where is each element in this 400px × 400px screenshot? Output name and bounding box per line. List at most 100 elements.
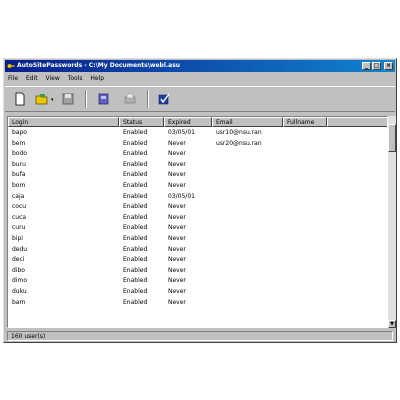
cell-status: Enabled — [123, 139, 148, 147]
save-icon[interactable] — [61, 92, 75, 106]
table-row[interactable]: bem Enabled Never usr20@nsu.ran — [8, 139, 387, 150]
user-list[interactable]: Login Status Expired Email Fullname bapo… — [7, 116, 388, 328]
cell-login: duku — [12, 287, 27, 295]
minimize-button[interactable]: _ — [362, 62, 371, 70]
cell-status: Enabled — [123, 245, 148, 253]
cell-expired: Never — [168, 245, 186, 253]
menu-help[interactable]: Help — [87, 73, 107, 84]
column-login[interactable]: Login — [8, 117, 119, 127]
cell-login: dibo — [12, 266, 25, 274]
cell-login: curu — [12, 224, 26, 232]
cell-expired: Never — [168, 256, 186, 264]
table-row[interactable]: caja Enabled 03/05/01 — [8, 192, 387, 203]
menu-edit[interactable]: Edit — [23, 73, 41, 84]
cell-login: cuca — [12, 213, 27, 221]
table-row[interactable]: dibo Enabled Never — [8, 266, 387, 277]
table-row[interactable]: cuca Enabled Never — [8, 213, 387, 224]
toolbar-separator — [85, 90, 87, 108]
cell-login: bodo — [12, 150, 27, 158]
cell-status: Enabled — [123, 287, 148, 295]
table-row[interactable]: bam Enabled Never — [8, 298, 387, 309]
cell-expired: Never — [168, 298, 186, 306]
cell-login: dimo — [12, 277, 27, 285]
cell-expired: Never — [168, 139, 186, 147]
cell-login: bipi — [12, 234, 23, 242]
cell-expired: 03/05/01 — [168, 129, 195, 136]
column-email[interactable]: Email — [212, 117, 283, 127]
column-fullname[interactable]: Fullname — [283, 117, 327, 127]
table-row[interactable]: cocu Enabled Never — [8, 202, 387, 213]
cell-status: Enabled — [123, 234, 148, 242]
cell-login: caja — [12, 192, 25, 200]
scrollbar-thumb[interactable] — [388, 124, 396, 152]
cell-expired: Never — [168, 203, 186, 211]
status-text: 160 user(s) — [7, 331, 393, 341]
print-icon[interactable] — [123, 92, 137, 106]
cell-login: bufa — [12, 171, 26, 179]
app-window: AutoSitePasswords - C:\My Documents\webl… — [3, 58, 397, 343]
table-row[interactable]: bodo Enabled Never — [8, 149, 387, 160]
cell-login: cocu — [12, 203, 27, 211]
cell-status: Enabled — [123, 192, 148, 200]
cell-status: Enabled — [123, 256, 148, 264]
open-folder-icon[interactable] — [35, 92, 49, 106]
cell-status: Enabled — [123, 181, 148, 189]
cell-status: Enabled — [123, 266, 148, 274]
table-row[interactable]: curu Enabled Never — [8, 223, 387, 234]
cell-status: Enabled — [123, 277, 148, 285]
cell-status: Enabled — [123, 298, 148, 306]
table-row[interactable]: bapo Enabled 03/05/01 usr10@nsu.ran — [8, 128, 387, 139]
cell-login: bom — [12, 181, 26, 189]
cell-login: bem — [12, 139, 26, 147]
list-rows: bapo Enabled 03/05/01 usr10@nsu.ran bem Enabl… — [8, 128, 387, 309]
cell-status: Enabled — [123, 203, 148, 211]
cell-expired: Never — [168, 287, 186, 295]
cell-expired: Never — [168, 224, 186, 232]
cell-expired: Never — [168, 277, 186, 285]
toolbar: ▾ — [5, 86, 395, 112]
menu-tools[interactable]: Tools — [65, 73, 86, 84]
cell-status: Enabled — [123, 160, 148, 168]
vertical-scrollbar[interactable]: ▼ — [388, 116, 396, 328]
cell-expired: Never — [168, 181, 186, 189]
cell-expired: 03/05/01 — [168, 192, 195, 200]
menu-bar: File Edit View Tools Help — [5, 73, 395, 84]
find-icon[interactable] — [97, 92, 111, 106]
table-row[interactable]: bom Enabled Never — [8, 181, 387, 192]
cell-login: deci — [12, 256, 25, 264]
new-file-icon[interactable] — [13, 92, 27, 106]
cell-email: usr20@nsu.ran — [216, 139, 262, 147]
window-title: AutoSitePasswords - C:\My Documents\webl… — [17, 62, 181, 69]
table-row[interactable]: bipi Enabled Never — [8, 234, 387, 245]
title-bar[interactable]: AutoSitePasswords - C:\My Documents\webl… — [5, 60, 395, 72]
cell-expired: Never — [168, 234, 186, 242]
key-icon — [7, 63, 15, 69]
check-icon[interactable] — [157, 92, 171, 106]
menu-view[interactable]: View — [43, 73, 63, 84]
menu-file[interactable]: File — [5, 73, 21, 84]
column-filler — [327, 117, 387, 127]
cell-login: bam — [12, 298, 26, 306]
cell-email: usr10@nsu.ran — [216, 129, 262, 136]
scroll-down-button[interactable]: ▼ — [388, 320, 396, 328]
toolbar-separator — [147, 90, 149, 108]
table-row[interactable]: dimo Enabled Never — [8, 276, 387, 287]
table-row[interactable]: dedu Enabled Never — [8, 245, 387, 256]
cell-status: Enabled — [123, 171, 148, 179]
table-row[interactable]: duku Enabled Never — [8, 287, 387, 298]
dropdown-arrow-icon[interactable]: ▾ — [51, 97, 54, 103]
status-bar: 160 user(s) — [5, 331, 395, 341]
maximize-button[interactable]: □ — [372, 62, 381, 70]
close-button[interactable]: × — [384, 62, 393, 70]
list-header: Login Status Expired Email Fullname — [8, 117, 387, 127]
table-row[interactable]: buru Enabled Never — [8, 160, 387, 171]
table-row[interactable]: deci Enabled Never — [8, 255, 387, 266]
cell-expired: Never — [168, 266, 186, 274]
cell-login: buru — [12, 160, 26, 168]
cell-status: Enabled — [123, 129, 148, 136]
cell-expired: Never — [168, 171, 186, 179]
table-row[interactable]: bufa Enabled Never — [8, 170, 387, 181]
cell-status: Enabled — [123, 213, 148, 221]
column-status[interactable]: Status — [119, 117, 164, 127]
column-expired[interactable]: Expired — [164, 117, 212, 127]
